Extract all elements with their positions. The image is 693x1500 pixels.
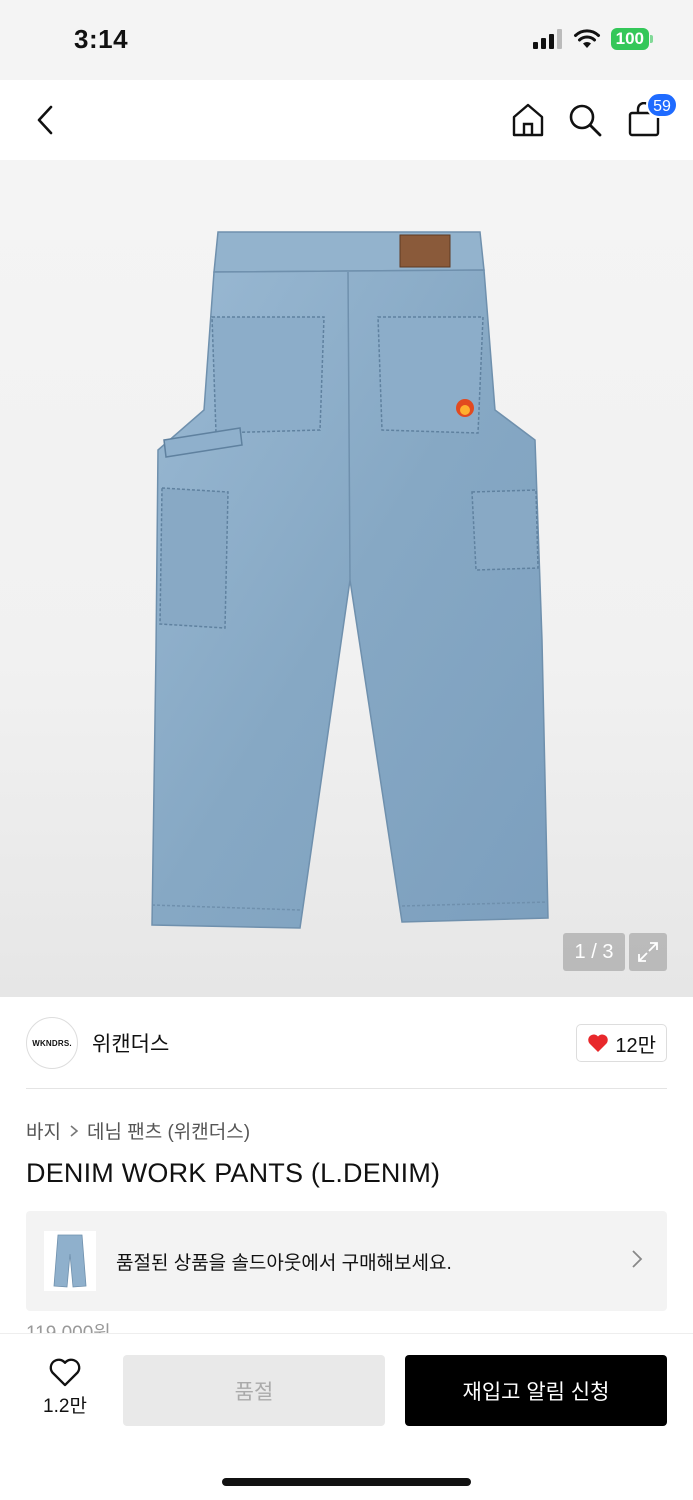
chevron-right-icon [632, 1250, 643, 1268]
search-button[interactable] [563, 98, 607, 142]
back-button[interactable] [24, 98, 68, 142]
heart-filled-icon [588, 1034, 609, 1052]
breadcrumb: 바지 데님 팬츠 (위캔더스) [26, 1117, 250, 1144]
battery-indicator: 100 [610, 28, 654, 50]
divider [26, 1088, 667, 1089]
brand-name[interactable]: 위캔더스 [92, 1028, 169, 1058]
brand-like-button[interactable]: 12만 [576, 1024, 667, 1062]
product-title: DENIM WORK PANTS (L.DENIM) [26, 1158, 441, 1188]
home-button[interactable] [506, 98, 550, 142]
cart-button[interactable]: 59 [622, 92, 678, 142]
wifi-icon [573, 29, 600, 48]
back-icon [37, 105, 53, 135]
breadcrumb-category[interactable]: 바지 [26, 1117, 61, 1144]
home-indicator[interactable] [222, 1478, 471, 1486]
soldout-banner[interactable]: 품절된 상품을 솔드아웃에서 구매해보세요. [26, 1211, 667, 1311]
soldout-button: 품절 [123, 1355, 385, 1426]
signal-icon [532, 29, 562, 49]
brand-like-count: 12만 [615, 1034, 656, 1057]
product-image-gallery[interactable]: 1 / 3 [0, 160, 693, 997]
expand-image-button[interactable] [629, 933, 667, 971]
status-icons: 100 [532, 28, 654, 50]
wishlist-count: 1.2만 [43, 1396, 87, 1417]
expand-icon [638, 942, 658, 962]
restock-alert-button[interactable]: 재입고 알림 신청 [405, 1355, 667, 1426]
banner-thumbnail [44, 1231, 96, 1291]
brand-logo: WKNDRS. [26, 1017, 78, 1069]
jeans-thumbnail-icon [53, 1234, 87, 1288]
cart-count-badge: 59 [646, 92, 678, 118]
status-time: 3:14 [74, 24, 129, 54]
wishlist-button[interactable]: 1.2만 [26, 1358, 104, 1418]
bottom-action-bar: 1.2만 품절 재입고 알림 신청 [0, 1333, 693, 1500]
home-icon [512, 103, 544, 137]
gallery-page-indicator: 1 / 3 [563, 933, 625, 971]
product-photo [151, 231, 549, 929]
soldout-banner-text: 품절된 상품을 솔드아웃에서 구매해보세요. [116, 1252, 452, 1274]
search-icon [569, 104, 602, 137]
top-nav: 59 [0, 80, 693, 160]
status-bar: 3:14 100 [0, 0, 693, 80]
heart-outline-icon [49, 1358, 81, 1387]
breadcrumb-subcategory[interactable]: 데님 팬츠 (위캔더스) [87, 1117, 250, 1144]
chevron-right-icon [70, 1124, 79, 1137]
brand-row[interactable]: WKNDRS. 위캔더스 12만 [26, 1016, 667, 1070]
